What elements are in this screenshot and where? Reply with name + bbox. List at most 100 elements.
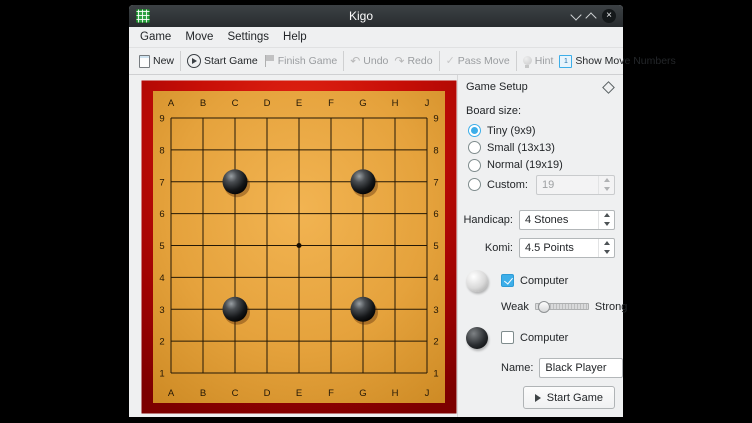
komi-label: Komi: xyxy=(485,242,513,254)
board-letter-top: B xyxy=(200,98,206,109)
board-size-radio-tiny[interactable]: Tiny (9x9) xyxy=(468,124,615,137)
board-letter-bottom: J xyxy=(425,388,430,399)
menu-game[interactable]: Game xyxy=(133,29,178,45)
toolbar: New Start Game Finish Game ↶ Undo xyxy=(129,48,623,75)
board-size-radio-small[interactable]: Small (13x13) xyxy=(468,141,615,154)
black-stone xyxy=(351,297,376,322)
board-letter-top: J xyxy=(425,98,430,109)
button-label: Start Game xyxy=(204,55,258,67)
kigo-window: Kigo × Game Move Settings Help New xyxy=(129,5,623,417)
pass-move-button[interactable]: ✓ Pass Move xyxy=(443,53,513,69)
down-arrow-icon xyxy=(604,187,610,191)
custom-size-spinbox[interactable]: 19 xyxy=(536,175,615,195)
board-letter-top: E xyxy=(296,98,302,109)
menu-move[interactable]: Move xyxy=(178,29,220,45)
spin-down-button[interactable] xyxy=(599,248,614,257)
move-numbers-icon: 1 xyxy=(559,55,572,68)
handicap-row: Handicap: 4 Stones xyxy=(466,210,615,230)
toolbar-group: New xyxy=(133,51,180,71)
black-computer-checkbox[interactable]: Computer xyxy=(501,331,568,344)
handicap-spinbox[interactable]: 4 Stones xyxy=(519,210,615,230)
board-size-radio-custom[interactable]: Custom: 19 xyxy=(468,176,615,194)
menu-help[interactable]: Help xyxy=(276,29,314,45)
board-letter-top: A xyxy=(168,98,175,109)
board-number-left: 3 xyxy=(159,305,164,316)
spinbox-arrows xyxy=(598,239,614,257)
button-label: Hint xyxy=(535,55,554,67)
flag-icon xyxy=(264,55,275,67)
maximize-icon[interactable] xyxy=(585,12,596,23)
white-computer-checkbox[interactable]: Computer xyxy=(501,274,568,287)
button-label: Finish Game xyxy=(278,55,338,67)
board-letter-bottom: E xyxy=(296,388,302,399)
button-label: Start Game xyxy=(547,392,603,404)
finish-game-button[interactable]: Finish Game xyxy=(261,53,341,69)
board-number-left: 4 xyxy=(159,273,164,284)
play-icon xyxy=(535,394,541,402)
komi-row: Komi: 4.5 Points xyxy=(466,238,615,258)
board-letter-top: F xyxy=(328,98,334,109)
redo-button[interactable]: ↷ Redo xyxy=(391,53,435,69)
spin-down-button[interactable] xyxy=(599,185,614,194)
black-player-name-input[interactable] xyxy=(539,358,623,378)
toolbar-group: Start Game Finish Game xyxy=(180,51,343,71)
start-game-button[interactable]: Start Game xyxy=(184,52,261,70)
komi-spinbox[interactable]: 4.5 Points xyxy=(519,238,615,258)
board-size-radio-normal[interactable]: Normal (19x19) xyxy=(468,159,615,172)
board-number-left: 5 xyxy=(159,241,164,252)
button-label: Redo xyxy=(407,55,432,67)
go-board[interactable]: AABBCCDDEEFFGGHHJJ998877665544332211 xyxy=(141,80,457,414)
radio-label: Small (13x13) xyxy=(487,142,555,154)
up-arrow-icon xyxy=(604,178,610,182)
black-stone-icon xyxy=(466,327,488,349)
game-setup-panel: Game Setup Board size: Tiny (9x9) Small … xyxy=(457,75,623,417)
board-letter-bottom: B xyxy=(200,388,206,399)
radio-label: Tiny (9x9) xyxy=(487,125,536,137)
play-circle-icon xyxy=(187,54,201,68)
spin-up-button[interactable] xyxy=(599,211,614,220)
black-stone xyxy=(351,169,376,194)
titlebar[interactable]: Kigo × xyxy=(129,5,623,27)
board-number-left: 7 xyxy=(159,177,164,188)
show-move-numbers-button[interactable]: 1 Show Move Numbers xyxy=(556,53,678,70)
board-number-left: 1 xyxy=(159,369,164,380)
kigo-app-icon[interactable] xyxy=(136,9,150,23)
new-button[interactable]: New xyxy=(136,53,177,70)
board-content: AABBCCDDEEFFGGHHJJ998877665544332211 xyxy=(142,81,457,414)
black-stone xyxy=(223,169,248,194)
down-arrow-icon xyxy=(604,222,610,226)
checkmark-icon: ✓ xyxy=(446,56,455,66)
white-strength-row: Weak Strong xyxy=(501,301,615,313)
close-icon[interactable]: × xyxy=(602,9,616,23)
spinbox-arrows xyxy=(598,176,614,194)
board-letter-top: G xyxy=(359,98,366,109)
spin-up-button[interactable] xyxy=(599,239,614,248)
radio-icon xyxy=(468,178,481,191)
spin-down-button[interactable] xyxy=(599,220,614,229)
new-document-icon xyxy=(139,55,150,68)
strength-slider[interactable] xyxy=(535,303,589,310)
board-letter-bottom: D xyxy=(264,388,271,399)
menu-settings[interactable]: Settings xyxy=(220,29,276,45)
board-number-right: 8 xyxy=(433,145,438,156)
board-letter-bottom: A xyxy=(168,388,175,399)
spin-up-button[interactable] xyxy=(599,176,614,185)
spinbox-value: 4 Stones xyxy=(520,211,598,229)
board-number-right: 1 xyxy=(433,369,438,380)
start-game-panel-button[interactable]: Start Game xyxy=(523,386,615,409)
black-name-row: Name: xyxy=(501,358,615,378)
hint-button[interactable]: Hint xyxy=(520,53,557,69)
undo-button[interactable]: ↶ Undo xyxy=(347,53,391,69)
panel-header: Game Setup xyxy=(466,81,615,93)
down-arrow-icon xyxy=(604,250,610,254)
minimize-icon[interactable] xyxy=(570,9,581,20)
float-panel-icon[interactable] xyxy=(602,81,615,94)
board-number-right: 7 xyxy=(433,177,438,188)
up-arrow-icon xyxy=(604,213,610,217)
strength-slider-handle[interactable] xyxy=(538,301,550,313)
radio-label: Normal (19x19) xyxy=(487,159,563,171)
black-player-row: Computer xyxy=(466,327,615,349)
panel-title: Game Setup xyxy=(466,81,528,93)
main-content: AABBCCDDEEFFGGHHJJ998877665544332211 Gam… xyxy=(129,75,623,417)
board-letter-top: D xyxy=(264,98,271,109)
